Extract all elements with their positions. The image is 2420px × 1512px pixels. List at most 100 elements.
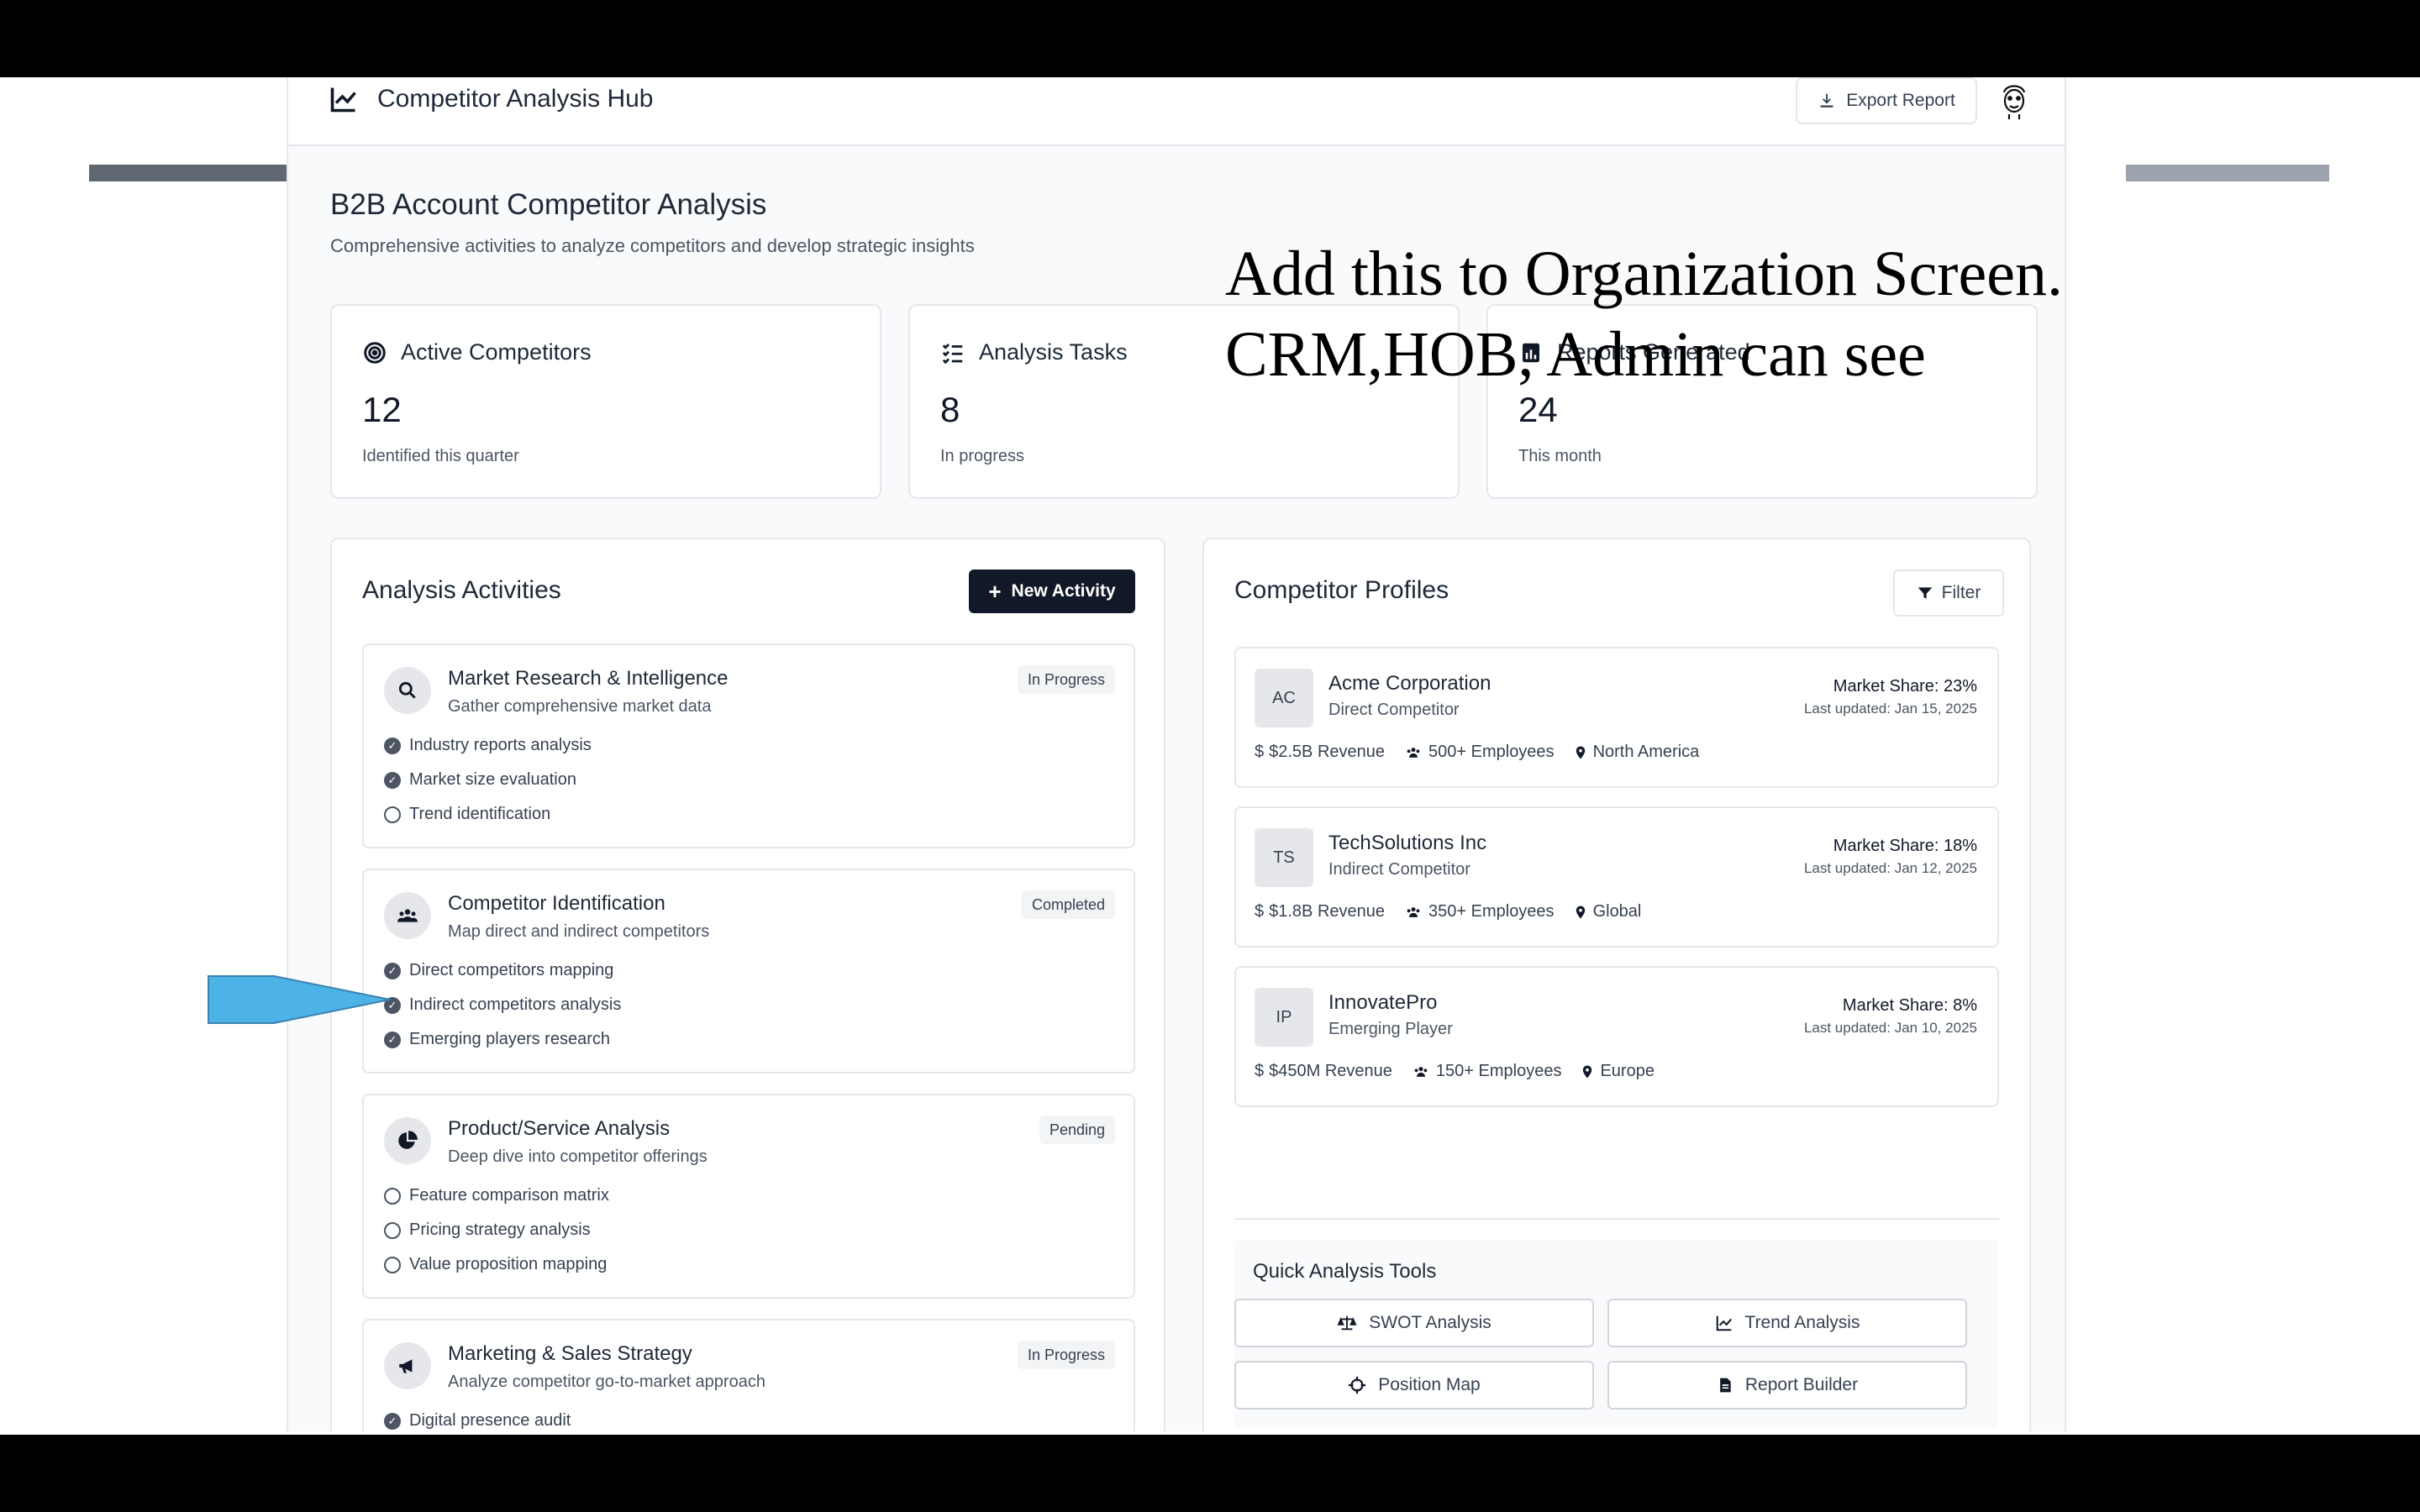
divider <box>1234 1218 1999 1220</box>
panel-title: Analysis Activities <box>362 576 561 604</box>
checklist-item[interactable]: ✓ Emerging players research <box>384 1030 610 1049</box>
activity-title: Product/Service Analysis <box>448 1117 671 1140</box>
checklist-label: Feature comparison matrix <box>409 1186 609 1205</box>
activity-icon <box>384 1117 431 1164</box>
filter-icon <box>1918 587 1932 599</box>
stat-value: 24 <box>1518 390 1558 429</box>
filter-button[interactable]: Filter <box>1893 570 2004 617</box>
check-open-icon <box>384 1187 401 1205</box>
tool-label: Position Map <box>1378 1375 1481 1394</box>
activity-desc: Analyze competitor go-to-market approach <box>448 1373 765 1391</box>
revenue-value: $450M Revenue <box>1269 1062 1392 1080</box>
annotation-line-2: CRM,HOB, Admin can see <box>1225 319 1926 390</box>
users-icon <box>1407 747 1420 758</box>
export-report-button[interactable]: Export Report <box>1796 77 1977 124</box>
check-open-icon <box>384 1221 401 1239</box>
checklist-label: Pricing strategy analysis <box>409 1221 591 1239</box>
brand[interactable]: Competitor Analysis Hub <box>329 84 653 114</box>
map-pin-icon <box>1583 1065 1592 1078</box>
stat-label: Analysis Tasks <box>979 339 1128 365</box>
competitor-card[interactable]: TS TechSolutions Inc Indirect Competitor… <box>1234 806 1999 948</box>
checklist-item[interactable]: ✓ Industry reports analysis <box>384 736 592 755</box>
revenue: $ $1.8B Revenue <box>1255 902 1385 921</box>
activity-icon <box>384 667 431 714</box>
check-done-icon: ✓ <box>384 1412 401 1430</box>
checklist-label: Digital presence audit <box>409 1411 571 1430</box>
region-value: Europe <box>1600 1062 1655 1080</box>
checklist-item[interactable]: ✓ Indirect competitors analysis <box>384 995 621 1015</box>
market-share: Market Share: 8% <box>1842 996 1977 1015</box>
file-icon <box>1720 1378 1731 1393</box>
checklist-label: Direct competitors mapping <box>409 961 614 979</box>
chart-line-icon <box>1716 1315 1732 1331</box>
stat-header: Active Competitors <box>362 339 592 365</box>
activity-title: Competitor Identification <box>448 892 666 915</box>
employees: 350+ Employees <box>1403 902 1555 921</box>
report-builder-button[interactable]: Report Builder <box>1607 1361 1967 1410</box>
activity-card[interactable]: Market Research & Intelligence Gather co… <box>362 643 1135 848</box>
activity-desc: Map direct and indirect competitors <box>448 922 710 941</box>
checklist-label: Emerging players research <box>409 1030 610 1048</box>
activity-title: Market Research & Intelligence <box>448 667 729 690</box>
market-share: Market Share: 23% <box>1833 677 1977 696</box>
competitor-card[interactable]: IP InnovatePro Emerging Player Market Sh… <box>1234 966 1999 1107</box>
competitor-type: Direct Competitor <box>1328 701 1460 719</box>
employees: 150+ Employees <box>1411 1062 1562 1081</box>
top-bar: Competitor Analysis Hub Export Report <box>288 77 2065 146</box>
revenue-value: $2.5B Revenue <box>1269 743 1386 761</box>
market-share: Market Share: 18% <box>1833 837 1977 855</box>
stat-value: 12 <box>362 390 402 429</box>
status-badge: Completed <box>1021 890 1115 919</box>
checklist-item[interactable]: ✓ Digital presence audit <box>384 1411 571 1431</box>
chart-line-icon <box>330 87 356 113</box>
checklist-label: Market size evaluation <box>409 770 576 789</box>
check-open-icon <box>384 806 401 823</box>
tool-label: Trend Analysis <box>1744 1313 1860 1332</box>
tools-title: Quick Analysis Tools <box>1253 1260 1437 1283</box>
panel-title: Competitor Profiles <box>1234 576 1449 604</box>
user-avatar[interactable] <box>1994 77 2034 124</box>
region-value: North America <box>1592 743 1700 761</box>
avatar-face-icon <box>2002 85 2026 119</box>
decorative-bar-left <box>89 165 289 181</box>
region: North America <box>1573 743 1700 762</box>
checklist-item[interactable]: Pricing strategy analysis <box>384 1221 591 1240</box>
annotation-line-1: Add this to Organization Screen. <box>1225 239 2063 309</box>
activity-card[interactable]: Competitor Identification Map direct and… <box>362 869 1135 1074</box>
new-activity-label: New Activity <box>1011 581 1116 601</box>
checklist-item[interactable]: Value proposition mapping <box>384 1255 607 1274</box>
employees-value: 150+ Employees <box>1435 1062 1562 1080</box>
last-updated: Last updated: Jan 12, 2025 <box>1803 860 1977 876</box>
dollar-icon: $ <box>1255 1062 1265 1080</box>
quick-analysis-tools: Quick Analysis Tools SWOT Analysis Trend… <box>1234 1240 1999 1428</box>
status-badge: In Progress <box>1017 665 1115 694</box>
check-done-icon: ✓ <box>384 737 401 754</box>
last-updated: Last updated: Jan 15, 2025 <box>1803 701 1977 717</box>
activity-desc: Deep dive into competitor offerings <box>448 1147 708 1166</box>
export-report-label: Export Report <box>1846 91 1955 110</box>
revenue-value: $1.8B Revenue <box>1269 902 1386 921</box>
checklist-item[interactable]: Feature comparison matrix <box>384 1186 609 1205</box>
competitor-card[interactable]: AC Acme Corporation Direct Competitor Ma… <box>1234 647 1999 788</box>
decorative-bar-right <box>2126 165 2329 181</box>
activity-desc: Gather comprehensive market data <box>448 697 712 716</box>
new-activity-button[interactable]: + New Activity <box>969 570 1135 613</box>
checklist-item[interactable]: ✓ Market size evaluation <box>384 770 576 790</box>
crosshair-icon <box>1349 1376 1366 1394</box>
activity-card[interactable]: Product/Service Analysis Deep dive into … <box>362 1094 1135 1299</box>
competitor-type: Indirect Competitor <box>1328 860 1470 879</box>
checklist-item[interactable]: ✓ Direct competitors mapping <box>384 961 613 980</box>
position-map-button[interactable]: Position Map <box>1234 1361 1594 1410</box>
activity-card[interactable]: Marketing & Sales Strategy Analyze compe… <box>362 1319 1135 1431</box>
stat-value: 8 <box>940 390 960 429</box>
users-icon <box>1407 906 1420 917</box>
app-name: Competitor Analysis Hub <box>377 85 654 113</box>
callout-arrow <box>208 975 391 1024</box>
employees-value: 500+ Employees <box>1428 743 1555 761</box>
checklist-item[interactable]: Trend identification <box>384 805 550 824</box>
stat-note: In progress <box>940 447 1025 465</box>
swot-analysis-button[interactable]: SWOT Analysis <box>1234 1299 1594 1347</box>
region: Europe <box>1580 1062 1655 1081</box>
last-updated: Last updated: Jan 10, 2025 <box>1803 1020 1977 1036</box>
trend-analysis-button[interactable]: Trend Analysis <box>1607 1299 1967 1347</box>
